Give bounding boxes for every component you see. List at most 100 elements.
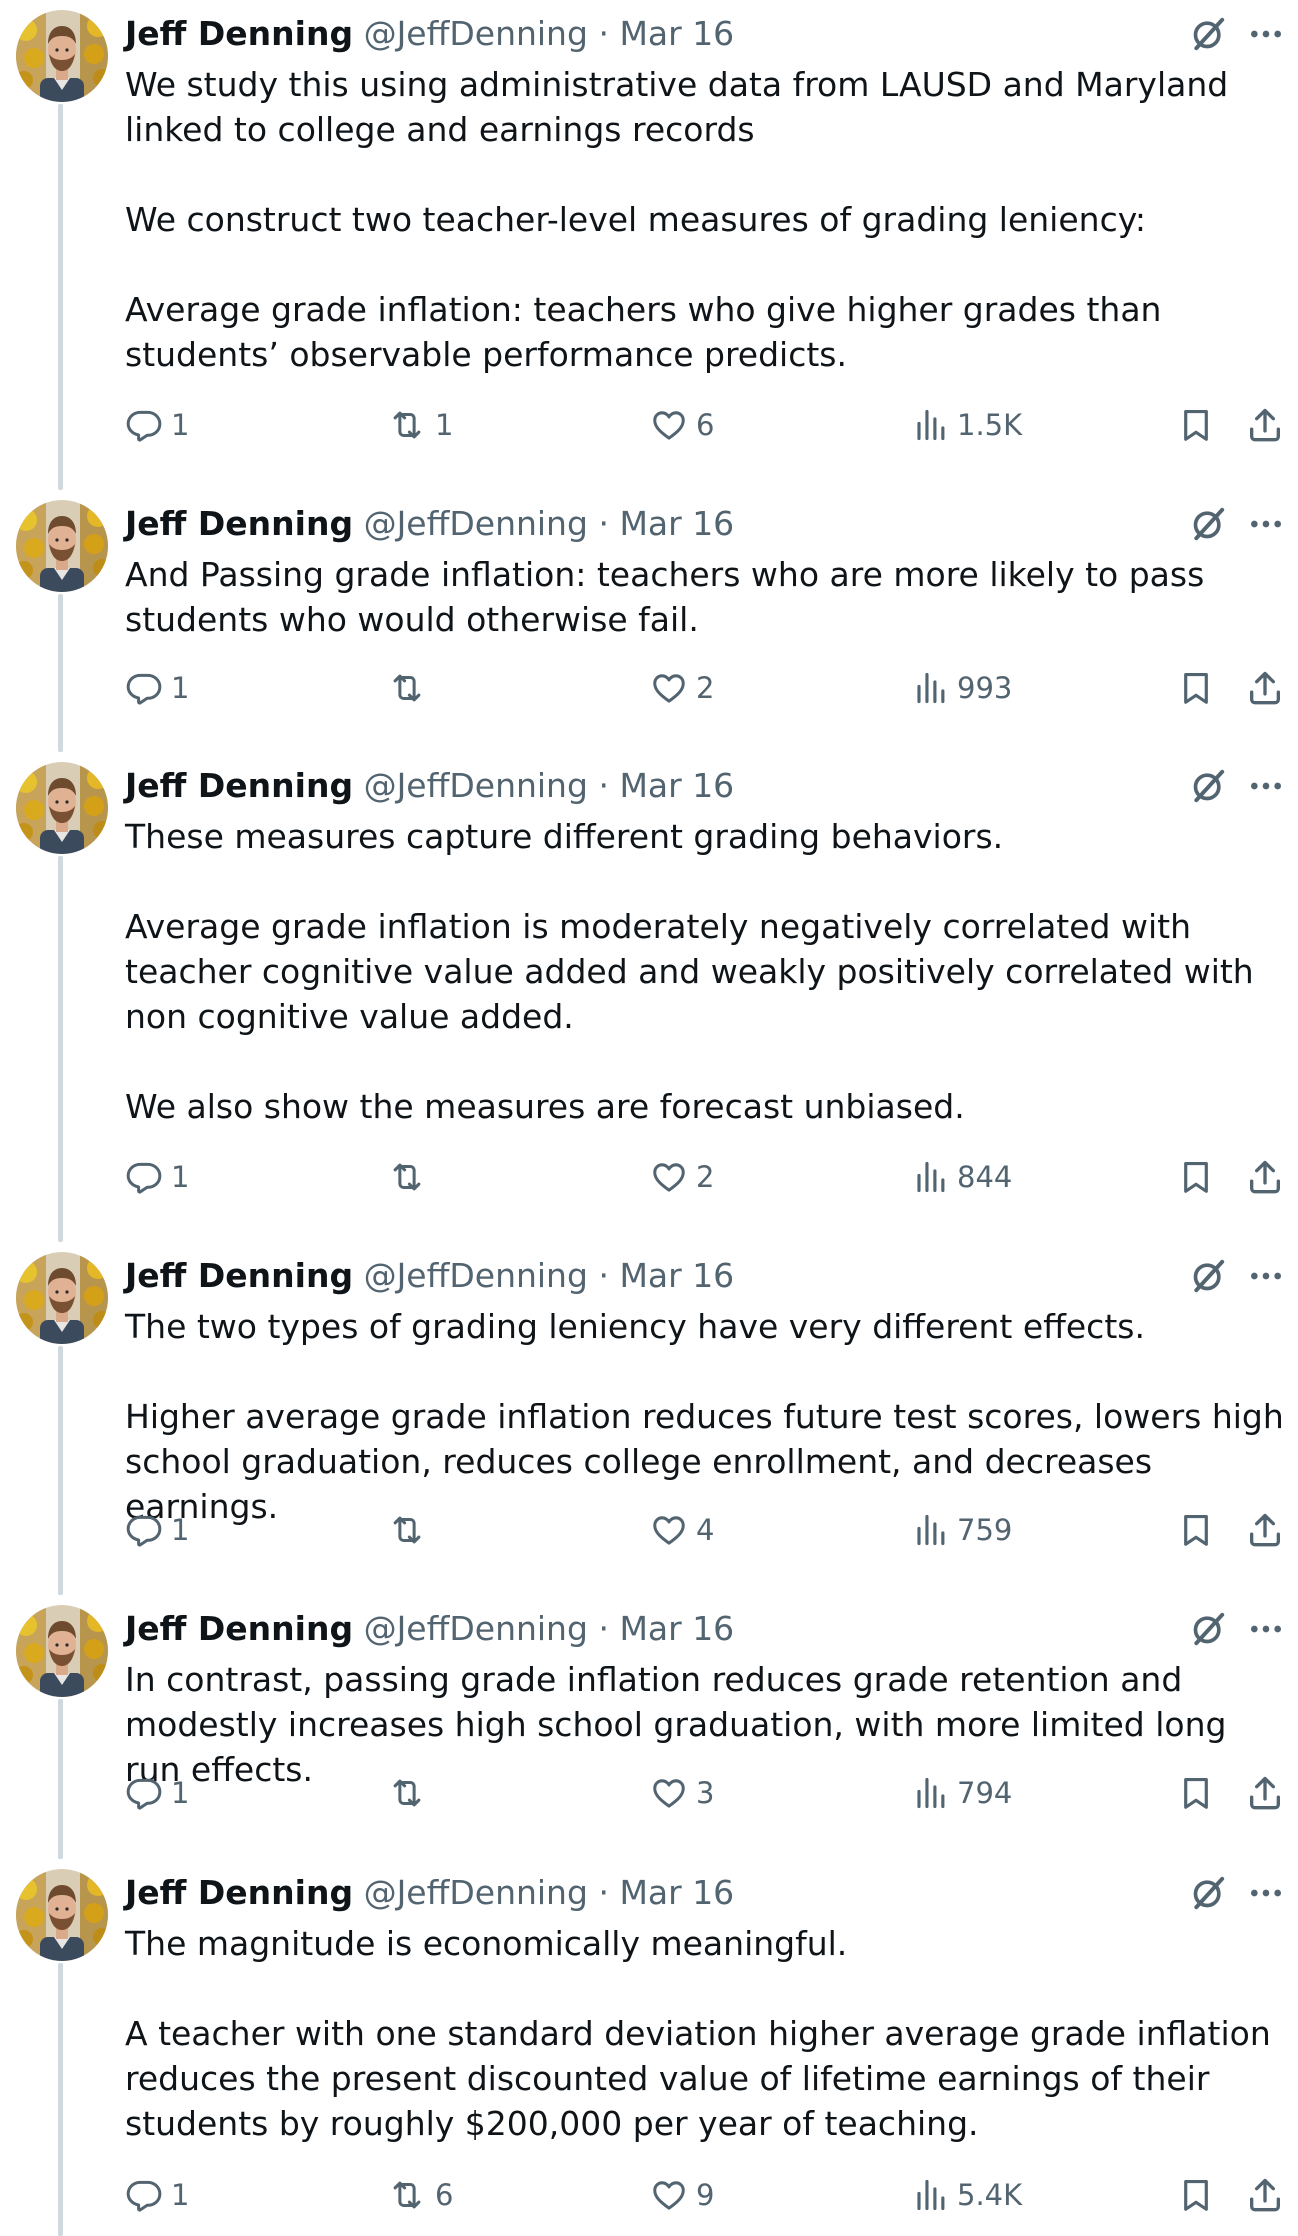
views-button[interactable]: 5.4K: [913, 2170, 1022, 2220]
share-button[interactable]: [1245, 400, 1285, 450]
reply-button[interactable]: 1: [125, 400, 189, 450]
views-icon: [913, 406, 949, 444]
grok-icon[interactable]: [1188, 766, 1228, 806]
author-name[interactable]: Jeff Denning: [125, 504, 353, 543]
author-handle[interactable]: @JeffDenning: [364, 766, 588, 805]
author-name[interactable]: Jeff Denning: [125, 1873, 353, 1912]
share-button[interactable]: [1245, 663, 1285, 713]
retweet-button[interactable]: 6: [387, 2170, 453, 2220]
retweet-button[interactable]: 1: [387, 400, 453, 450]
bookmark-button[interactable]: [1177, 2170, 1215, 2220]
tweet-date[interactable]: Mar 16: [619, 504, 734, 543]
tweet-date[interactable]: Mar 16: [619, 14, 734, 53]
bookmark-button[interactable]: [1177, 1152, 1215, 1202]
avatar[interactable]: [16, 10, 108, 102]
avatar[interactable]: [16, 1605, 108, 1697]
avatar[interactable]: [16, 1869, 108, 1961]
retweet-icon: [387, 406, 427, 444]
retweet-button[interactable]: [387, 663, 435, 713]
share-button[interactable]: [1245, 2170, 1285, 2220]
author-handle[interactable]: @JeffDenning: [364, 14, 588, 53]
retweet-icon: [387, 1158, 427, 1196]
more-icon[interactable]: [1246, 504, 1286, 544]
share-button[interactable]: [1245, 1768, 1285, 1818]
separator: ·: [598, 1609, 609, 1648]
reply-button[interactable]: 1: [125, 1152, 189, 1202]
views-button[interactable]: 1.5K: [913, 400, 1022, 450]
tweet-date[interactable]: Mar 16: [619, 1873, 734, 1912]
tweet[interactable]: Jeff Denning @JeffDenning · Mar 16 And P…: [0, 490, 1298, 752]
action-bar: 1 1 6 1.5K: [125, 400, 1285, 450]
avatar[interactable]: [16, 1252, 108, 1344]
share-button[interactable]: [1245, 1152, 1285, 1202]
reply-button[interactable]: 1: [125, 1768, 189, 1818]
tweet-header: Jeff Denning @JeffDenning · Mar 16: [125, 1254, 734, 1298]
bookmark-button[interactable]: [1177, 400, 1215, 450]
like-button[interactable]: 2: [650, 1152, 714, 1202]
tweet-date[interactable]: Mar 16: [619, 766, 734, 805]
bookmark-button[interactable]: [1177, 663, 1215, 713]
thread-line: [58, 1963, 63, 2236]
grok-icon[interactable]: [1188, 1609, 1228, 1649]
more-icon[interactable]: [1246, 1873, 1286, 1913]
tweet-header: Jeff Denning @JeffDenning · Mar 16: [125, 1607, 734, 1651]
heart-icon: [650, 2176, 688, 2214]
more-icon[interactable]: [1246, 1609, 1286, 1649]
grok-icon[interactable]: [1188, 14, 1228, 54]
share-button[interactable]: [1245, 1505, 1285, 1555]
tweet[interactable]: Jeff Denning @JeffDenning · Mar 16 The m…: [0, 1859, 1298, 2236]
retweet-icon: [387, 1511, 427, 1549]
like-button[interactable]: 4: [650, 1505, 714, 1555]
grok-icon[interactable]: [1188, 1256, 1228, 1296]
retweet-button[interactable]: [387, 1768, 435, 1818]
retweet-count: 1: [435, 408, 454, 442]
reply-button[interactable]: 1: [125, 1505, 189, 1555]
action-bar: 1 2 993: [125, 663, 1285, 713]
like-button[interactable]: 6: [650, 400, 714, 450]
grok-icon[interactable]: [1188, 504, 1228, 544]
views-button[interactable]: 794: [913, 1768, 1012, 1818]
views-button[interactable]: 844: [913, 1152, 1012, 1202]
tweet-date[interactable]: Mar 16: [619, 1609, 734, 1648]
tweet[interactable]: Jeff Denning @JeffDenning · Mar 16 In co…: [0, 1595, 1298, 1859]
avatar[interactable]: [16, 500, 108, 592]
author-name[interactable]: Jeff Denning: [125, 1609, 353, 1648]
like-button[interactable]: 3: [650, 1768, 714, 1818]
author-handle[interactable]: @JeffDenning: [364, 504, 588, 543]
separator: ·: [598, 1256, 609, 1295]
views-icon: [913, 1774, 949, 1812]
views-button[interactable]: 759: [913, 1505, 1012, 1555]
author-handle[interactable]: @JeffDenning: [364, 1609, 588, 1648]
author-name[interactable]: Jeff Denning: [125, 1256, 353, 1295]
reply-count: 1: [171, 1160, 190, 1194]
tweet[interactable]: Jeff Denning @JeffDenning · Mar 16 We st…: [0, 0, 1298, 490]
tweet-date[interactable]: Mar 16: [619, 1256, 734, 1295]
author-handle[interactable]: @JeffDenning: [364, 1256, 588, 1295]
author-name[interactable]: Jeff Denning: [125, 766, 353, 805]
reply-icon: [125, 669, 163, 707]
retweet-button[interactable]: [387, 1505, 435, 1555]
author-name[interactable]: Jeff Denning: [125, 14, 353, 53]
bookmark-button[interactable]: [1177, 1768, 1215, 1818]
grok-icon[interactable]: [1188, 1873, 1228, 1913]
views-count: 5.4K: [957, 2178, 1023, 2212]
like-count: 2: [696, 671, 715, 705]
like-button[interactable]: 9: [650, 2170, 714, 2220]
more-icon[interactable]: [1246, 766, 1286, 806]
more-icon[interactable]: [1246, 14, 1286, 54]
tweet[interactable]: Jeff Denning @JeffDenning · Mar 16 The t…: [0, 1242, 1298, 1595]
reply-button[interactable]: 1: [125, 663, 189, 713]
more-icon[interactable]: [1246, 1256, 1286, 1296]
bookmark-button[interactable]: [1177, 1505, 1215, 1555]
reply-icon: [125, 2176, 163, 2214]
reply-button[interactable]: 1: [125, 2170, 189, 2220]
share-icon: [1245, 1157, 1285, 1197]
like-button[interactable]: 2: [650, 663, 714, 713]
views-button[interactable]: 993: [913, 663, 1012, 713]
retweet-button[interactable]: [387, 1152, 435, 1202]
tweet[interactable]: Jeff Denning @JeffDenning · Mar 16 These…: [0, 752, 1298, 1242]
author-handle[interactable]: @JeffDenning: [364, 1873, 588, 1912]
like-count: 3: [696, 1776, 715, 1810]
avatar[interactable]: [16, 762, 108, 854]
tweet-paragraph: A teacher with one standard deviation hi…: [125, 2014, 1271, 2143]
